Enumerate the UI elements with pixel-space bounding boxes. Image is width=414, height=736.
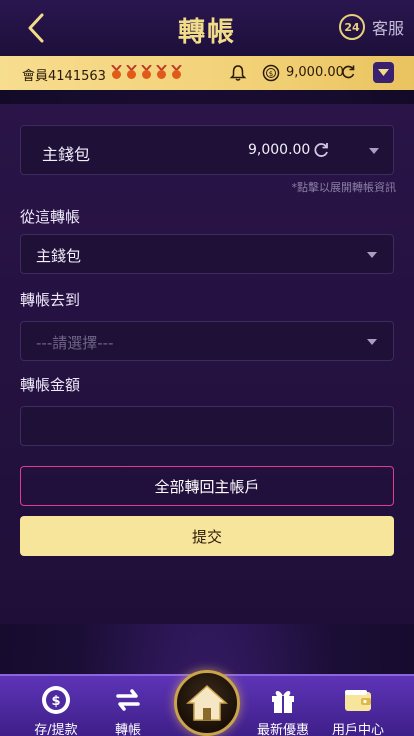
from-label: 從這轉帳: [20, 208, 81, 226]
refresh-icon[interactable]: [340, 64, 356, 80]
member-balance: 9,000.00: [286, 65, 344, 80]
nav-label: 轉帳: [114, 723, 141, 736]
chevron-down-icon: [367, 339, 377, 345]
header-bar: 轉帳 24 客服: [0, 0, 414, 56]
nav-user-center[interactable]: 用戶中心: [323, 684, 393, 736]
support-button[interactable]: 24 客服: [338, 13, 404, 41]
medal-icon: [171, 65, 182, 79]
coin-icon: $: [262, 64, 280, 82]
to-wallet-placeholder: ---請選擇---: [36, 334, 114, 352]
medal-icon: [111, 65, 122, 79]
submit-button[interactable]: 提交: [20, 516, 394, 556]
transfer-all-button[interactable]: 全部轉回主帳戶: [20, 466, 394, 506]
gift-icon: [272, 691, 294, 713]
vip-medals: [110, 65, 183, 80]
nav-deposit-withdraw[interactable]: $ 存/提款: [21, 684, 91, 736]
from-wallet-select[interactable]: 主錢包: [20, 234, 394, 274]
support-badge: 24: [344, 21, 360, 34]
svg-text:$: $: [51, 694, 60, 709]
nav-label: 最新優惠: [256, 723, 309, 736]
expand-hint: *點擊以展開轉帳資訊: [291, 181, 397, 194]
member-id: 會員4141563: [22, 69, 106, 84]
wallet-icon: [345, 690, 371, 711]
support-label: 客服: [371, 19, 404, 38]
medal-icon: [126, 65, 137, 79]
to-label: 轉帳去到: [20, 291, 81, 309]
member-bar: 會員4141563 $ 9,000.00: [0, 56, 414, 90]
wallet-name: 主錢包: [42, 145, 91, 164]
nav-promotions[interactable]: 最新優惠: [248, 684, 318, 736]
nav-label: 存/提款: [34, 723, 78, 736]
svg-text:$: $: [269, 70, 273, 78]
home-button[interactable]: [174, 670, 240, 736]
from-wallet-value: 主錢包: [36, 247, 82, 265]
amount-label: 轉帳金額: [20, 376, 81, 394]
main-wallet-selector[interactable]: 主錢包 9,000.00: [20, 125, 394, 175]
support-24-icon: 24: [338, 14, 365, 40]
nav-label: 用戶中心: [331, 723, 384, 736]
dollar-coin-icon: $: [42, 686, 70, 714]
home-icon: [186, 684, 228, 721]
transfer-panel: 主錢包 9,000.00 *點擊以展開轉帳資訊 從這轉帳 主錢包 轉帳去到 --…: [0, 104, 414, 624]
to-wallet-select[interactable]: ---請選擇---: [20, 321, 394, 361]
chevron-down-icon: [367, 252, 377, 258]
bell-icon[interactable]: [229, 64, 247, 82]
nav-transfer[interactable]: 轉帳: [93, 684, 163, 736]
medal-icon: [141, 65, 152, 79]
medal-icon: [156, 65, 167, 79]
transfer-arrows-icon: [116, 689, 140, 711]
chevron-down-icon: [378, 68, 389, 76]
wallet-amount: 9,000.00: [248, 142, 311, 158]
chevron-down-icon: [369, 148, 379, 154]
refresh-icon[interactable]: [312, 141, 330, 159]
amount-input[interactable]: [20, 406, 394, 446]
member-menu-button[interactable]: [373, 62, 394, 83]
